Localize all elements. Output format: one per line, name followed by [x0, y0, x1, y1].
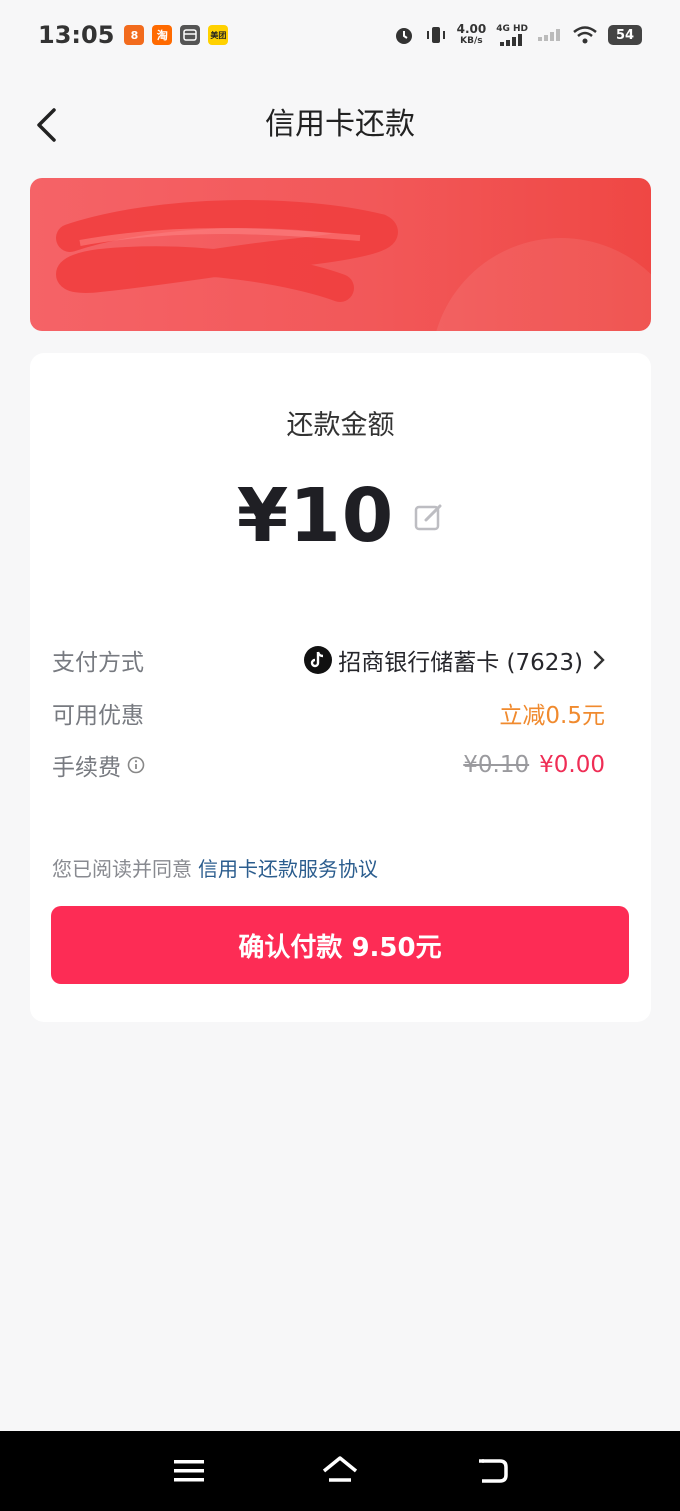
payment-method-label: 支付方式	[52, 650, 144, 676]
nav-header: 信用卡还款	[0, 90, 680, 160]
discount-label: 可用优惠	[52, 703, 144, 729]
cell-signal-1: 4G HD	[496, 24, 528, 46]
discount-row[interactable]: 可用优惠 立减0.5元	[52, 693, 605, 733]
page-title: 信用卡还款	[265, 107, 415, 142]
status-indicators: 4.00 KB/s 4G HD 54	[393, 23, 642, 47]
back-button[interactable]	[26, 102, 66, 148]
alarm-icon	[395, 28, 412, 44]
app-icon-meituan: 美团	[208, 25, 229, 45]
agreement-link[interactable]: 信用卡还款服务协议	[198, 857, 378, 881]
fee-label: 手续费	[52, 755, 121, 781]
fee-original: ¥0.10	[463, 752, 530, 778]
net-speed-value: 4.00	[456, 22, 487, 36]
app-icon-1-text: 8	[130, 28, 139, 42]
app-icon-1: 8	[124, 25, 145, 45]
card-decoration	[431, 238, 651, 331]
app-icon-taobao: 淘	[152, 25, 173, 45]
chevron-left-icon	[37, 108, 56, 142]
agreement-text: 您已阅读并同意 信用卡还款服务协议	[52, 853, 378, 882]
app-icon-wallet	[180, 25, 201, 45]
menu-button[interactable]	[171, 1453, 207, 1489]
fee-label-group: 手续费	[52, 748, 145, 782]
return-icon	[479, 1459, 508, 1483]
amount-row: ¥10	[30, 471, 651, 561]
payment-method-row[interactable]: 支付方式 招商银行储蓄卡 (7623)	[52, 640, 605, 680]
app-icon-meituan-text: 美团	[210, 30, 227, 40]
wallet-icon	[183, 29, 198, 41]
fee-row: 手续费 ¥0.10 ¥0.00	[52, 745, 605, 785]
net-speed: 4.00 KB/s	[457, 23, 487, 47]
fee-values: ¥0.10 ¥0.00	[463, 752, 605, 778]
vibrate-icon	[426, 27, 445, 43]
battery-indicator: 54	[608, 25, 642, 45]
wifi-icon	[573, 26, 597, 44]
redaction-scribble	[56, 200, 398, 302]
amount-label: 还款金额	[286, 410, 395, 441]
agreement-prefix: 您已阅读并同意	[52, 857, 192, 881]
fee-current: ¥0.00	[539, 752, 605, 778]
payment-method-text: 招商银行储蓄卡 (7623)	[338, 650, 583, 676]
net-speed-unit: KB/s	[460, 36, 483, 46]
discount-value: 立减0.5元	[499, 703, 605, 729]
signal-label: 4G HD	[496, 24, 528, 34]
info-icon[interactable]	[127, 756, 145, 774]
edit-amount-button[interactable]	[414, 503, 444, 537]
amount-value: ¥10	[236, 473, 395, 559]
credit-card-banner[interactable]	[30, 178, 651, 331]
signal-bars-2-icon	[538, 29, 560, 41]
home-icon	[322, 1456, 358, 1482]
system-nav-bar	[0, 1431, 680, 1511]
signal-bars-icon	[500, 34, 523, 46]
music-note-icon	[311, 651, 324, 668]
app-icon-taobao-text: 淘	[156, 29, 168, 42]
payment-method-value[interactable]: 招商银行储蓄卡 (7623)	[304, 643, 605, 677]
home-button[interactable]	[322, 1453, 358, 1489]
douyin-pay-icon	[304, 646, 333, 674]
status-bar: 13:05 8 淘 美团 4.00 KB/s 4G HD 54	[0, 0, 680, 70]
edit-icon	[414, 504, 442, 531]
payment-panel: 还款金额 ¥10 支付方式 招商银行储蓄卡 (7623) 可用优惠 立减0.5元…	[30, 353, 651, 1022]
battery-level: 54	[615, 27, 635, 43]
back-system-button[interactable]	[474, 1453, 510, 1489]
menu-icon	[174, 1460, 204, 1482]
status-time: 13:05	[38, 21, 115, 49]
chevron-right-icon	[593, 650, 605, 670]
confirm-payment-button[interactable]: 确认付款 9.50元	[51, 906, 629, 984]
